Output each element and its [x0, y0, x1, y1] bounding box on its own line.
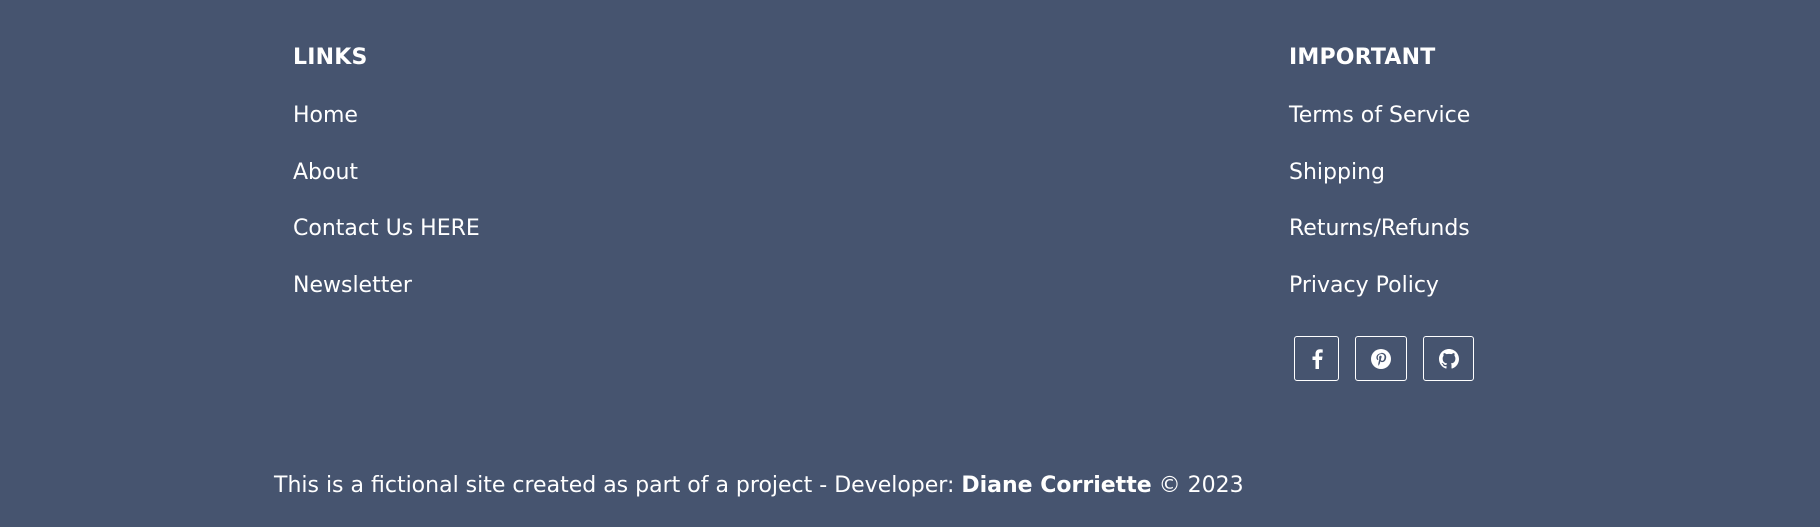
terms-link[interactable]: Terms of Service: [1289, 103, 1470, 128]
links-list: Home About Contact Us HERE Newsletter: [293, 100, 480, 326]
contact-link[interactable]: Contact Us HERE: [293, 216, 480, 241]
list-item: Newsletter: [293, 270, 480, 327]
social-links: [1294, 336, 1474, 381]
developer-name: Diane Corriette: [961, 473, 1152, 498]
list-item: Privacy Policy: [1289, 270, 1470, 327]
important-column: IMPORTANT Terms of Service Shipping Retu…: [1289, 42, 1470, 326]
links-heading: LINKS: [293, 45, 368, 70]
copyright-suffix: © 2023: [1151, 473, 1244, 498]
list-item: Contact Us HERE: [293, 213, 480, 270]
facebook-button[interactable]: [1294, 336, 1339, 381]
list-item: About: [293, 157, 480, 214]
newsletter-link[interactable]: Newsletter: [293, 273, 412, 298]
facebook-icon: [1312, 348, 1323, 369]
list-item: Returns/Refunds: [1289, 213, 1470, 270]
home-link[interactable]: Home: [293, 103, 358, 128]
list-item: Shipping: [1289, 157, 1470, 214]
github-icon: [1438, 348, 1459, 369]
pinterest-button[interactable]: [1355, 336, 1407, 381]
pinterest-icon: [1371, 348, 1391, 369]
important-list: Terms of Service Shipping Returns/Refund…: [1289, 100, 1470, 326]
about-link[interactable]: About: [293, 160, 358, 185]
privacy-link[interactable]: Privacy Policy: [1289, 273, 1439, 298]
list-item: Home: [293, 100, 480, 157]
shipping-link[interactable]: Shipping: [1289, 160, 1385, 185]
important-heading: IMPORTANT: [1289, 45, 1436, 70]
links-column: LINKS Home About Contact Us HERE Newslet…: [293, 42, 480, 326]
returns-link[interactable]: Returns/Refunds: [1289, 216, 1470, 241]
list-item: Terms of Service: [1289, 100, 1470, 157]
copyright-text: This is a fictional site created as part…: [274, 470, 1244, 502]
copyright-prefix: This is a fictional site created as part…: [274, 473, 962, 498]
github-button[interactable]: [1423, 336, 1474, 381]
